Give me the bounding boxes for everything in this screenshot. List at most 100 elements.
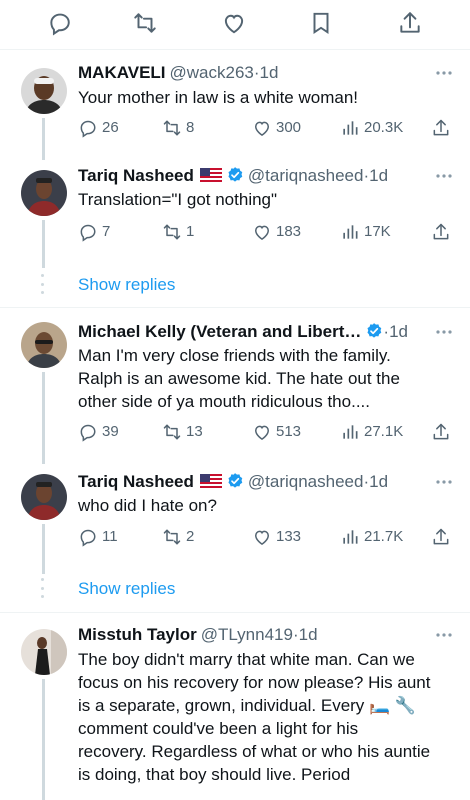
avatar[interactable] bbox=[21, 474, 67, 520]
timestamp[interactable]: ·1d bbox=[293, 625, 318, 644]
handle[interactable]: @tariqnasheed bbox=[248, 472, 364, 491]
thread-line bbox=[42, 118, 45, 160]
post-header: Tariq Nasheed @tariqnasheed·1d bbox=[78, 470, 426, 494]
bookmark-icon[interactable] bbox=[308, 10, 334, 36]
view-count: 17K bbox=[364, 223, 391, 240]
display-name[interactable]: Tariq Nasheed bbox=[78, 472, 194, 491]
like-count: 133 bbox=[276, 528, 302, 545]
share-button[interactable] bbox=[431, 525, 451, 549]
show-replies-label[interactable]: Show replies bbox=[78, 578, 175, 600]
reply-post[interactable]: Michael Kelly (Veteran and Libert… ·1d Ma… bbox=[0, 308, 470, 464]
like-icon bbox=[254, 425, 270, 440]
reply-post[interactable]: Misstuh Taylor @TLynn419·1d The boy didn'… bbox=[0, 613, 470, 800]
like-button[interactable]: 183 bbox=[252, 220, 301, 244]
like-icon[interactable] bbox=[221, 10, 247, 36]
timestamp[interactable]: ·1d bbox=[383, 322, 408, 341]
display-name[interactable]: MAKAVELI bbox=[78, 63, 166, 82]
post-header: Misstuh Taylor @TLynn419·1d bbox=[78, 623, 426, 647]
like-button[interactable]: 133 bbox=[252, 525, 301, 549]
post-actions: 39 13 513 27.1K bbox=[78, 420, 450, 444]
display-name[interactable]: Misstuh Taylor bbox=[78, 625, 197, 644]
like-count: 300 bbox=[276, 119, 302, 136]
retweet-icon bbox=[163, 224, 181, 240]
post-header: Tariq Nasheed @tariqnasheed·1d bbox=[78, 164, 426, 188]
retweet-count: 8 bbox=[186, 119, 195, 136]
avatar[interactable] bbox=[21, 68, 67, 114]
reply-button[interactable]: 39 bbox=[78, 420, 119, 444]
avatar[interactable] bbox=[21, 170, 67, 216]
views-button[interactable]: 21.7K bbox=[340, 525, 403, 549]
retweet-button[interactable]: 2 bbox=[162, 525, 194, 549]
more-options-icon[interactable] bbox=[434, 166, 454, 186]
reply-count: 39 bbox=[102, 423, 119, 440]
share-icon bbox=[433, 423, 449, 440]
like-count: 513 bbox=[276, 423, 302, 440]
handle[interactable]: @TLynn419 bbox=[201, 625, 293, 644]
views-icon bbox=[343, 425, 358, 439]
show-replies-link[interactable]: Show replies bbox=[0, 274, 470, 310]
like-button[interactable]: 513 bbox=[252, 420, 301, 444]
reply-post[interactable]: Tariq Nasheed @tariqnasheed·1d Translatio… bbox=[0, 160, 470, 268]
reply-button[interactable]: 11 bbox=[78, 525, 118, 549]
share-icon[interactable] bbox=[397, 10, 423, 36]
reply-icon bbox=[80, 224, 96, 242]
us-flag-icon bbox=[199, 472, 222, 494]
thread-line bbox=[42, 220, 45, 268]
show-replies-label[interactable]: Show replies bbox=[78, 274, 175, 296]
timestamp[interactable]: ·1d bbox=[363, 166, 388, 185]
share-button[interactable] bbox=[431, 420, 451, 444]
retweet-icon[interactable] bbox=[132, 10, 158, 36]
share-icon bbox=[433, 223, 449, 240]
reply-count: 7 bbox=[102, 223, 111, 240]
share-icon bbox=[433, 119, 449, 136]
reply-post[interactable]: MAKAVELI @wack263·1d Your mother in law i… bbox=[0, 50, 470, 160]
reply-post[interactable]: Tariq Nasheed @tariqnasheed·1d who did I … bbox=[0, 464, 470, 574]
post-text: Man I'm very close friends with the fami… bbox=[78, 346, 400, 411]
more-options-icon[interactable] bbox=[434, 63, 454, 83]
post-actions: 26 8 300 20.3K bbox=[78, 116, 450, 140]
retweet-button[interactable]: 13 bbox=[162, 420, 203, 444]
reply-button[interactable]: 7 bbox=[78, 220, 110, 244]
reply-count: 26 bbox=[102, 119, 119, 136]
retweet-button[interactable]: 8 bbox=[162, 116, 194, 140]
more-options-icon[interactable] bbox=[434, 625, 454, 645]
avatar[interactable] bbox=[21, 629, 67, 675]
post-header: Michael Kelly (Veteran and Libert… ·1d bbox=[78, 320, 426, 344]
share-button[interactable] bbox=[431, 116, 451, 140]
reply-icon bbox=[80, 424, 96, 442]
reply-button[interactable]: 26 bbox=[78, 116, 119, 140]
post-header: MAKAVELI @wack263·1d bbox=[78, 61, 426, 85]
timestamp[interactable]: ·1d bbox=[363, 472, 388, 491]
avatar[interactable] bbox=[21, 322, 67, 368]
display-name[interactable]: Michael Kelly (Veteran and Libert… bbox=[78, 322, 361, 341]
post-text: The boy didn't marry that white man. Can… bbox=[78, 650, 431, 784]
like-button[interactable]: 300 bbox=[252, 116, 301, 140]
retweet-icon bbox=[163, 529, 181, 545]
thread-line bbox=[42, 679, 45, 800]
view-count: 27.1K bbox=[364, 423, 404, 440]
retweet-icon bbox=[163, 424, 181, 440]
more-options-icon[interactable] bbox=[434, 472, 454, 492]
handle[interactable]: @tariqnasheed bbox=[248, 166, 364, 185]
views-icon bbox=[343, 530, 358, 544]
views-button[interactable]: 17K bbox=[340, 220, 391, 244]
share-button[interactable] bbox=[431, 220, 451, 244]
views-button[interactable]: 20.3K bbox=[340, 116, 403, 140]
views-button[interactable]: 27.1K bbox=[340, 420, 403, 444]
thread-line bbox=[42, 524, 45, 574]
more-options-icon[interactable] bbox=[434, 322, 454, 342]
post-text: Your mother in law is a white woman! bbox=[78, 88, 359, 107]
reply-icon[interactable] bbox=[47, 10, 73, 36]
show-replies-link[interactable]: Show replies bbox=[0, 578, 470, 614]
retweet-button[interactable]: 1 bbox=[162, 220, 194, 244]
post-actions: 11 2 133 21.7K bbox=[78, 525, 450, 549]
reply-icon bbox=[80, 120, 96, 138]
handle[interactable]: @wack263 bbox=[170, 63, 254, 82]
thread-line bbox=[42, 372, 45, 464]
timestamp[interactable]: ·1d bbox=[254, 63, 279, 82]
share-icon bbox=[433, 528, 449, 545]
thread-dots bbox=[41, 578, 45, 598]
parent-tweet-action-bar bbox=[0, 0, 470, 48]
retweet-count: 13 bbox=[186, 423, 203, 440]
display-name[interactable]: Tariq Nasheed bbox=[78, 166, 194, 185]
